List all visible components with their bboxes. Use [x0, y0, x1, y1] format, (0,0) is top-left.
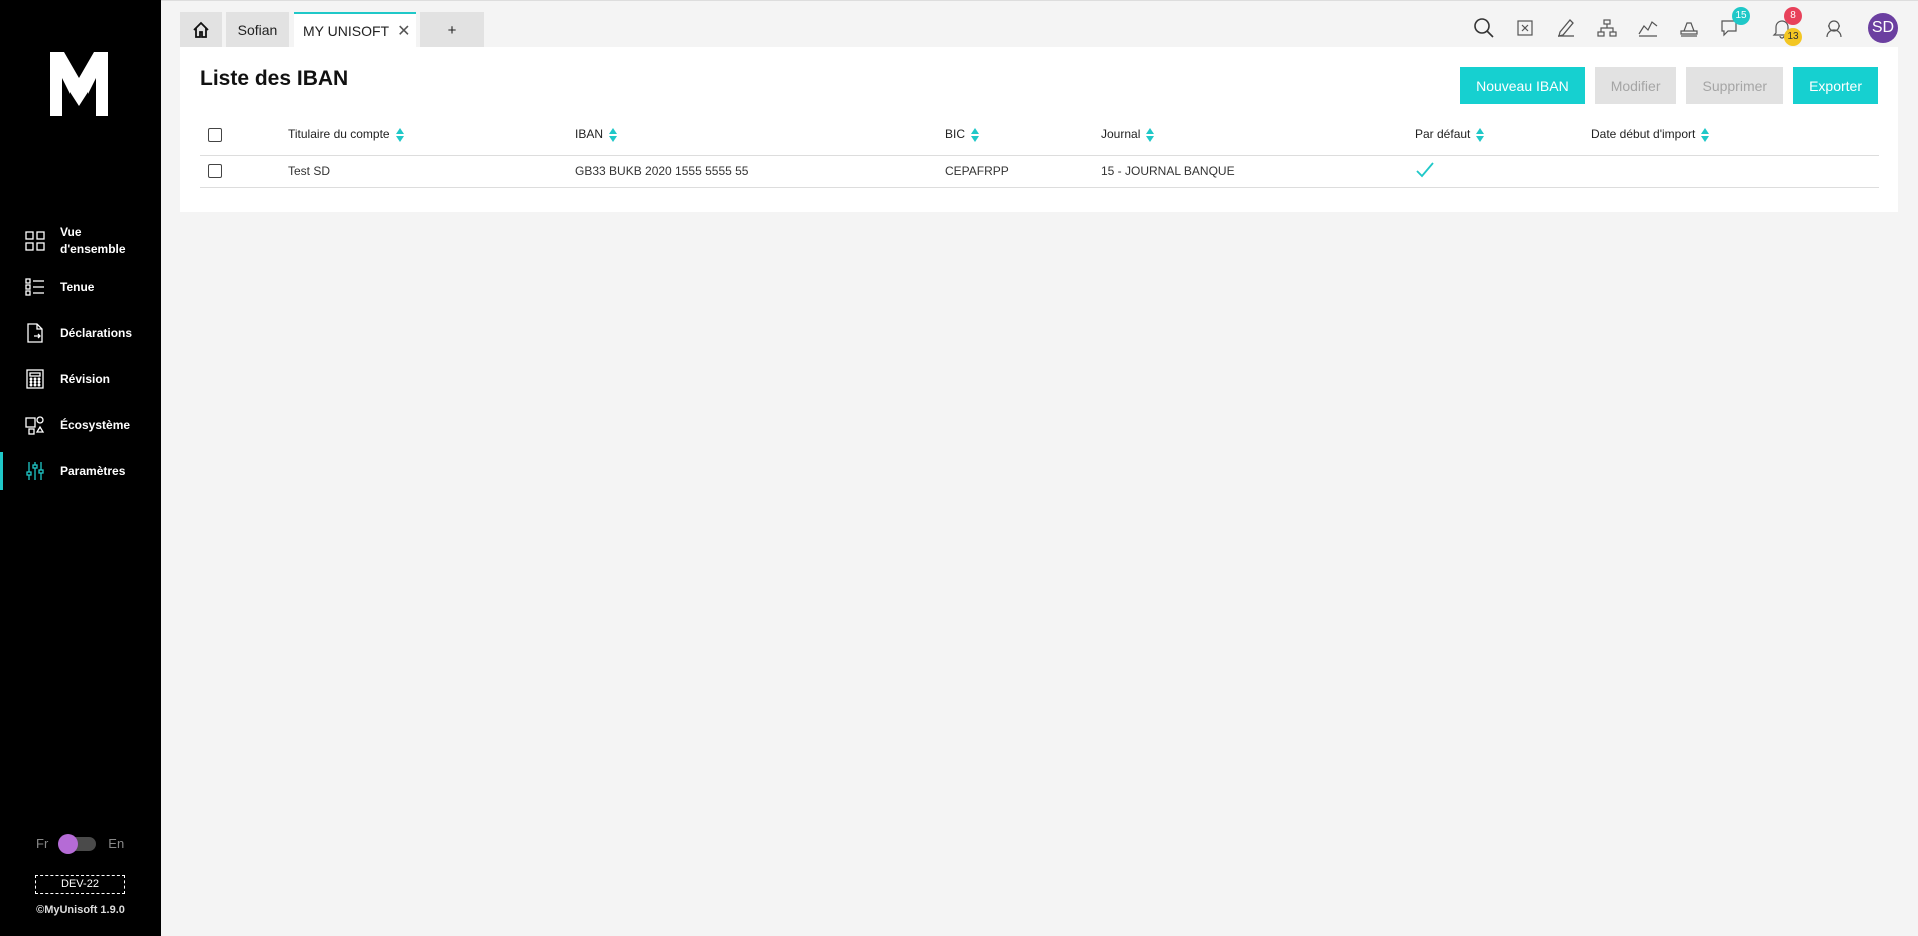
- sort-icon[interactable]: [395, 128, 404, 143]
- notification-badge: 8: [1784, 7, 1802, 25]
- chat-badge: 15: [1732, 7, 1750, 25]
- delete-button[interactable]: Supprimer: [1686, 67, 1784, 104]
- column-titulaire[interactable]: Titulaire du compte: [288, 115, 575, 156]
- column-par-defaut[interactable]: Par défaut: [1415, 115, 1591, 156]
- close-icon[interactable]: ✕: [397, 21, 410, 41]
- language-switch: Fr En: [36, 833, 125, 854]
- add-tab-button[interactable]: +: [420, 12, 484, 48]
- copyright: ©MyUnisoft 1.9.0: [36, 904, 125, 916]
- lang-fr-label: Fr: [36, 836, 49, 851]
- sidebar-item-label: Vue d'ensemble: [60, 225, 126, 256]
- sidebar-item-label: Révision: [60, 371, 111, 386]
- sort-icon[interactable]: [1476, 128, 1485, 143]
- sliders-icon: [26, 462, 44, 480]
- tab-sofian[interactable]: Sofian: [226, 12, 289, 48]
- avatar[interactable]: SD: [1868, 13, 1898, 43]
- edit-icon[interactable]: [1554, 16, 1578, 40]
- cell-iban: GB33 BUKB 2020 1555 5555 55: [575, 155, 945, 188]
- sidebar-item-revision[interactable]: Révision: [0, 356, 161, 402]
- sidebar-item-declarations[interactable]: Déclarations: [0, 310, 161, 356]
- column-label: Date début d'import: [1591, 127, 1696, 142]
- sidebar-item-label: Tenue: [60, 279, 95, 294]
- support-icon[interactable]: [1822, 16, 1846, 40]
- page-title: Liste des IBAN: [200, 67, 349, 90]
- column-label: BIC: [945, 127, 966, 142]
- sidebar-item-label: Écosystème: [60, 417, 131, 432]
- edit-button[interactable]: Modifier: [1594, 67, 1677, 104]
- sidebar-item-tenue[interactable]: Tenue: [0, 264, 161, 310]
- sidebar-item-label: Paramètres: [60, 463, 126, 478]
- column-date-import[interactable]: Date début d'import: [1591, 115, 1879, 156]
- tab-my-unisoft[interactable]: MY UNISOFT ✕: [294, 12, 416, 48]
- action-buttons: Nouveau IBAN Modifier Supprimer Exporter: [1450, 67, 1878, 104]
- calculator-x-icon[interactable]: [1513, 16, 1537, 40]
- calculator-icon: [26, 369, 44, 389]
- chat-icon[interactable]: 15: [1718, 7, 1750, 40]
- cell-par-defaut: [1415, 155, 1591, 188]
- sort-icon[interactable]: [1146, 128, 1155, 143]
- tab-home[interactable]: [180, 12, 222, 48]
- bell-icon[interactable]: 8 13: [1770, 7, 1802, 46]
- iban-panel: Liste des IBAN Nouveau IBAN Modifier Sup…: [180, 47, 1898, 212]
- table-row[interactable]: Test SD GB33 BUKB 2020 1555 5555 55 CEPA…: [200, 155, 1879, 188]
- column-label: IBAN: [575, 127, 604, 142]
- sort-icon[interactable]: [971, 128, 980, 143]
- row-checkbox[interactable]: [208, 164, 222, 179]
- org-chart-icon[interactable]: [1595, 16, 1619, 40]
- cell-bic: CEPAFRPP: [945, 155, 1101, 188]
- alert-badge: 13: [1784, 28, 1802, 46]
- cell-titulaire: Test SD: [288, 155, 575, 188]
- column-iban[interactable]: IBAN: [575, 115, 945, 156]
- cell-journal: 15 - JOURNAL BANQUE: [1101, 155, 1415, 188]
- check-icon: [1416, 161, 1434, 177]
- sidebar-item-label: Déclarations: [60, 325, 133, 340]
- top-bar: Sofian MY UNISOFT ✕ + 15 8 13 SD: [161, 0, 1918, 48]
- select-all-checkbox[interactable]: [208, 128, 222, 143]
- myunisoft-logo[interactable]: [48, 48, 110, 120]
- toolbar: 15 8 13 SD: [1455, 7, 1898, 46]
- column-bic[interactable]: BIC: [945, 115, 1101, 156]
- column-journal[interactable]: Journal: [1101, 115, 1415, 156]
- column-label: Journal: [1101, 127, 1141, 142]
- document-icon: [27, 323, 43, 343]
- sidebar-nav: Vue d'ensemble Tenue Déclarations Révisi…: [0, 218, 161, 494]
- row-select-cell: [200, 155, 288, 188]
- new-iban-button[interactable]: Nouveau IBAN: [1460, 67, 1585, 104]
- stamp-icon[interactable]: [1677, 16, 1701, 40]
- lang-en-label: En: [108, 836, 125, 851]
- sidebar-item-ecosysteme[interactable]: Écosystème: [0, 402, 161, 448]
- grid-icon: [25, 231, 45, 251]
- list-icon: [25, 278, 44, 296]
- column-label: Par défaut: [1415, 127, 1471, 142]
- tab-label: MY UNISOFT: [303, 23, 390, 39]
- language-toggle[interactable]: [58, 833, 97, 854]
- table-header-row: Titulaire du compte IBAN BIC Journal Par…: [200, 115, 1879, 156]
- export-button[interactable]: Exporter: [1793, 67, 1878, 104]
- iban-table: Titulaire du compte IBAN BIC Journal Par…: [200, 115, 1879, 188]
- column-label: Titulaire du compte: [288, 127, 390, 142]
- environment-badge: DEV-22: [35, 875, 125, 894]
- sort-icon[interactable]: [1701, 128, 1710, 143]
- cell-date-import: [1591, 155, 1879, 188]
- sidebar: Vue d'ensemble Tenue Déclarations Révisi…: [0, 0, 161, 936]
- chart-icon[interactable]: [1636, 16, 1660, 40]
- select-all-cell: [200, 115, 288, 156]
- sidebar-item-parametres[interactable]: Paramètres: [0, 448, 161, 494]
- search-icon[interactable]: [1472, 16, 1496, 40]
- sort-icon[interactable]: [609, 128, 618, 143]
- ecosystem-icon: [25, 416, 45, 435]
- home-icon: [193, 21, 209, 38]
- sidebar-item-vue-ensemble[interactable]: Vue d'ensemble: [0, 218, 161, 264]
- toggle-knob: [58, 833, 79, 854]
